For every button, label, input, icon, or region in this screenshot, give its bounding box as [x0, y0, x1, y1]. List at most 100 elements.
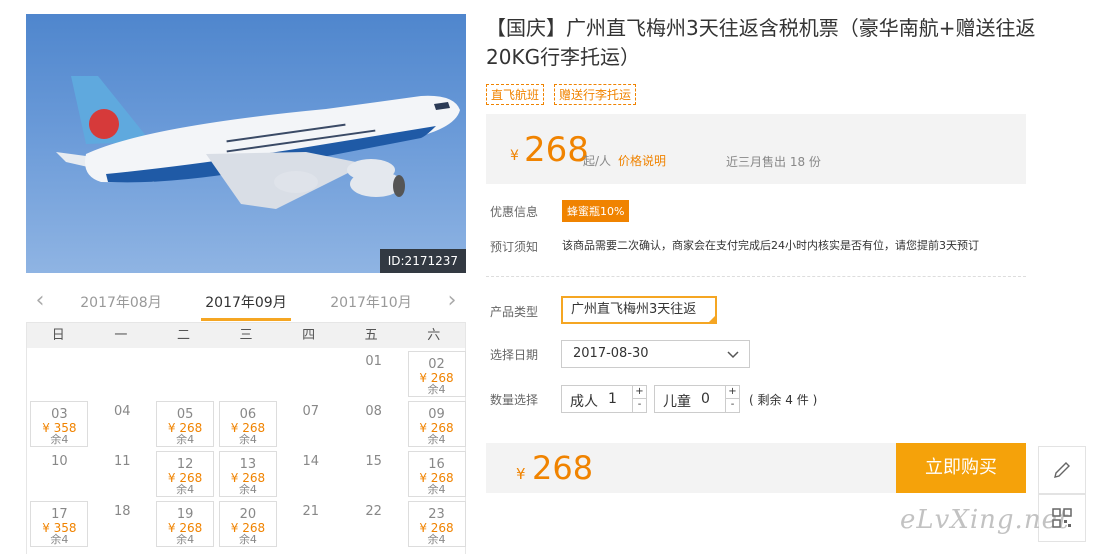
product-page: ID:2171237 ‹ 2017年08月 2017年09月 2017年10月 … — [0, 0, 1114, 554]
calendar-day-cell[interactable]: 05 ¥ 268 余4 — [156, 401, 215, 447]
calendar-day-number: 04 — [113, 404, 131, 419]
calendar-day-cell: 07 — [282, 401, 340, 447]
stock-remaining: ( 剩余 4 件 ) — [749, 393, 818, 407]
calendar-day-number: 14 — [302, 454, 320, 469]
adult-value[interactable]: 1 — [608, 391, 617, 407]
tab-month-2017-10[interactable]: 2017年10月 — [326, 292, 416, 312]
calendar-day-number: 03 — [51, 407, 68, 422]
calendar-day-remaining: 余4 — [176, 433, 195, 446]
product-image: ID:2171237 — [26, 14, 466, 273]
calendar-day-cell: 04 — [93, 401, 151, 447]
weekday-sat: 六 — [427, 328, 441, 343]
calendar-day-number: 08 — [365, 404, 382, 419]
buy-bar: ¥ 268 立即购买 — [486, 443, 1026, 493]
child-increment-button[interactable]: + — [725, 386, 739, 399]
calendar-day-remaining: 余4 — [238, 433, 257, 446]
total-price: 268 — [532, 449, 594, 487]
calendar-grid: 日 一 二 三 四 五 六 01 02 ¥ 268 余4 03 ¥ 358 余4 04 05 ¥ … — [26, 322, 466, 554]
tab-month-2017-09[interactable]: 2017年09月 — [201, 292, 291, 312]
calendar-day-number: 07 — [302, 404, 320, 419]
calendar-day-number: 18 — [113, 504, 131, 519]
adult-increment-button[interactable]: + — [632, 386, 646, 399]
calendar-month-tabs: ‹ 2017年08月 2017年09月 2017年10月 › — [26, 288, 466, 322]
sold-count: 近三月售出 18 份 — [726, 155, 821, 169]
watermark: eLvXing.net — [900, 505, 1070, 535]
calendar-day-number: 19 — [176, 507, 194, 522]
weekday-thu: 四 — [302, 328, 316, 343]
product-type-label: 产品类型 — [490, 305, 539, 319]
notice-text: 该商品需要二次确认，商家会在支付完成后24小时内核实是否有位，请您提前3天预订 — [562, 239, 979, 252]
calendar-day-cell: 22 — [345, 501, 403, 547]
calendar-day-cell: 10 — [30, 451, 88, 497]
calendar-day-remaining: 余4 — [427, 483, 446, 496]
pencil-icon[interactable] — [1038, 446, 1086, 494]
calendar-day-cell[interactable]: 02 ¥ 268 余4 — [407, 351, 466, 397]
calendar-day-cell[interactable]: 03 ¥ 358 余4 — [30, 401, 89, 447]
child-label: 儿童 — [663, 394, 691, 410]
calendar-day-number: 11 — [113, 454, 131, 469]
calendar-day-remaining: 余4 — [427, 533, 446, 546]
adult-label: 成人 — [570, 394, 598, 410]
calendar-day-number: 23 — [428, 507, 445, 522]
selected-corner-mark — [707, 314, 717, 324]
tag-direct-flight: 直飞航班 — [486, 84, 545, 105]
weekday-mon: 一 — [114, 328, 128, 343]
calendar-day-cell[interactable]: 06 ¥ 268 余4 — [218, 401, 277, 447]
child-value[interactable]: 0 — [701, 391, 710, 407]
price-explain-link[interactable]: 价格说明 — [618, 152, 666, 169]
calendar-day-remaining: 余4 — [50, 433, 69, 446]
calendar-day-cell[interactable]: 12 ¥ 268 余4 — [156, 451, 215, 497]
calendar-day-cell: 21 — [282, 501, 340, 547]
calendar-day-number: 13 — [239, 457, 257, 472]
calendar-day-number: 21 — [302, 504, 320, 519]
calendar-day-cell[interactable]: 13 ¥ 268 余4 — [218, 451, 277, 497]
active-month-indicator — [201, 318, 291, 321]
buy-now-button[interactable]: 立即购买 — [896, 443, 1026, 493]
calendar-day-remaining: 余4 — [176, 533, 195, 546]
child-quantity-stepper[interactable]: 儿童 0 + - — [654, 385, 740, 413]
calendar-day-number: 16 — [428, 457, 445, 472]
date-value: 2017-08-30 — [573, 346, 649, 361]
date-select[interactable]: 2017-08-30 — [561, 340, 750, 368]
calendar-day-cell[interactable]: 23 ¥ 268 余4 — [407, 501, 466, 547]
child-decrement-button[interactable]: - — [725, 399, 739, 412]
calendar-day-cell: 18 — [93, 501, 151, 547]
calendar-day-remaining: 余4 — [427, 383, 446, 396]
promo-label: 优惠信息 — [490, 205, 539, 219]
calendar-day-cell: 08 — [345, 401, 403, 447]
weekday-tue: 二 — [176, 328, 190, 343]
product-tags: 直飞航班 赠送行李托运 — [486, 84, 637, 105]
calendar-day-cell: 15 — [345, 451, 403, 497]
calendar-day-number: 10 — [51, 454, 68, 469]
calendar-day-number: 15 — [365, 454, 382, 469]
date-label: 选择日期 — [490, 348, 539, 362]
calendar-day-number: 06 — [239, 407, 257, 422]
calendar-day-cell[interactable]: 19 ¥ 268 余4 — [156, 501, 215, 547]
tab-month-2017-08[interactable]: 2017年08月 — [76, 292, 166, 312]
calendar-day-remaining: 余4 — [238, 533, 257, 546]
tag-free-luggage: 赠送行李托运 — [554, 84, 637, 105]
calendar-day-cell[interactable]: 17 ¥ 358 余4 — [30, 501, 89, 547]
calendar-day-cell[interactable]: 09 ¥ 268 余4 — [407, 401, 466, 447]
calendar-day-number: 22 — [365, 504, 382, 519]
chevron-right-icon[interactable]: › — [440, 288, 464, 316]
product-type-option[interactable]: 广州直飞梅州3天往返 — [561, 296, 717, 324]
calendar-day-cell: 01 — [345, 351, 403, 397]
promo-badge: 蜂蜜瓶10% — [562, 200, 630, 222]
chevron-left-icon[interactable]: ‹ — [28, 288, 52, 316]
adult-quantity-stepper[interactable]: 成人 1 + - — [561, 385, 647, 413]
calendar-day-cell[interactable]: 16 ¥ 268 余4 — [407, 451, 466, 497]
airplane-illustration — [56, 76, 460, 209]
calendar-day-cell: 14 — [282, 451, 340, 497]
calendar-day-number: 05 — [176, 407, 194, 422]
calendar-day-cell[interactable]: 20 ¥ 268 余4 — [218, 501, 277, 547]
calendar-day-number: 17 — [51, 507, 68, 522]
calendar-day-remaining: 余4 — [427, 433, 446, 446]
adult-decrement-button[interactable]: - — [632, 399, 646, 412]
image-id-label: ID:2171237 — [379, 249, 466, 273]
calendar-day-number: 12 — [176, 457, 194, 472]
weekday-sun: 日 — [51, 328, 65, 343]
chevron-down-icon — [727, 341, 739, 376]
product-title: 【国庆】广州直飞梅州3天往返含税机票（豪华南航+赠送往返20KG行李托运） — [486, 16, 1036, 69]
weekday-wed: 三 — [239, 328, 253, 343]
